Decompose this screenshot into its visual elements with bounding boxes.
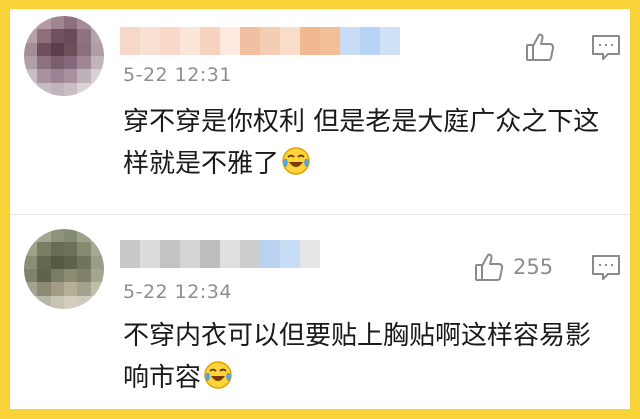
comment-icon <box>592 255 620 280</box>
avatar[interactable] <box>24 16 104 96</box>
comment-icon <box>592 35 620 60</box>
reply-button[interactable] <box>591 253 621 285</box>
username-blurred[interactable] <box>120 240 320 268</box>
comment-body: 穿不穿是你权利 但是老是大庭广众之下这样就是不雅了 <box>123 107 600 179</box>
comment-text: 穿不穿是你权利 但是老是大庭广众之下这样就是不雅了 <box>123 101 613 185</box>
thumbs-up-icon <box>475 253 504 281</box>
comment-timestamp: 5-22 12:34 <box>123 281 232 303</box>
comment-timestamp: 5-22 12:31 <box>123 64 232 86</box>
username-blurred[interactable] <box>120 27 400 55</box>
comments-panel: 5-22 12:31 穿不穿是你权利 但是老是大庭广众之下这样就是不雅了 5-2… <box>10 9 630 409</box>
like-button[interactable]: 255 <box>473 251 553 283</box>
crying-laughing-emoji-icon <box>282 147 310 175</box>
like-count: 255 <box>513 255 554 279</box>
thumbs-up-icon <box>526 33 555 61</box>
crying-laughing-emoji-icon <box>204 361 232 389</box>
comment-item: 5-22 12:34 255 不穿内衣可以但要贴上胸贴啊这样容易影响市容 <box>10 215 630 409</box>
reply-button[interactable] <box>591 33 621 65</box>
comment-body: 不穿内衣可以但要贴上胸贴啊这样容易影响市容 <box>123 321 592 393</box>
like-button[interactable] <box>524 31 564 63</box>
avatar[interactable] <box>24 229 104 309</box>
comment-item: 5-22 12:31 穿不穿是你权利 但是老是大庭广众之下这样就是不雅了 <box>10 9 630 214</box>
comment-text: 不穿内衣可以但要贴上胸贴啊这样容易影响市容 <box>123 315 613 399</box>
